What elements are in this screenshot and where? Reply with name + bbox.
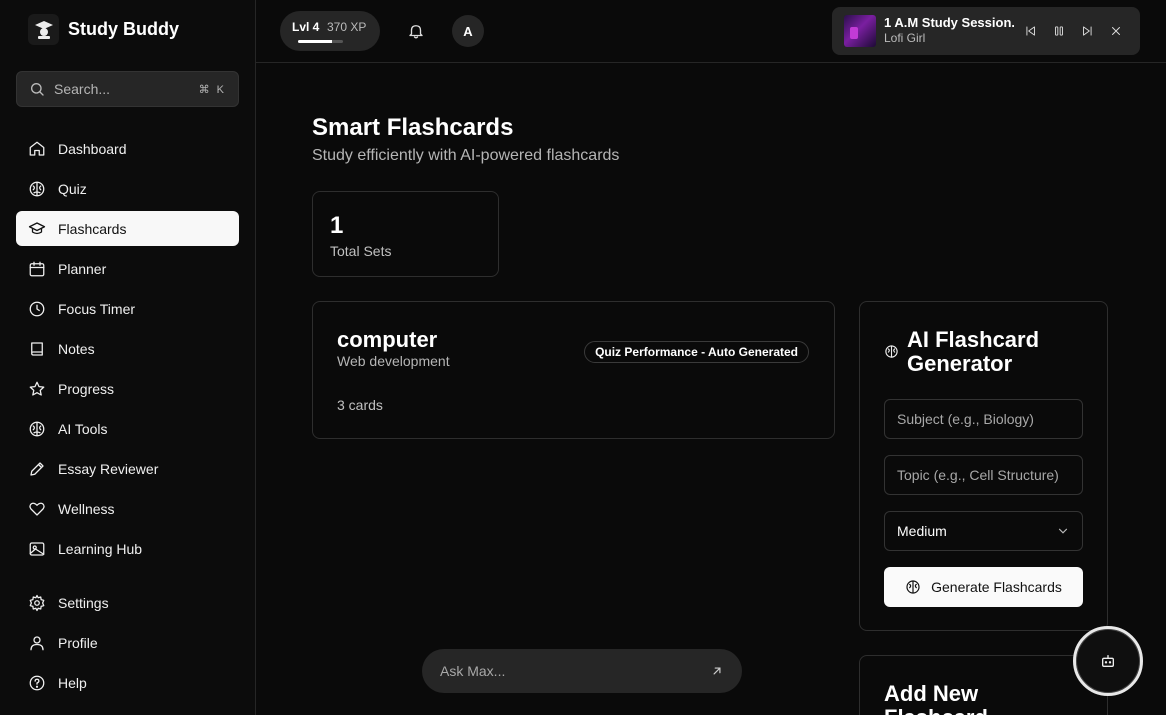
- nav-item-profile[interactable]: Profile: [16, 625, 239, 660]
- graduation-cap-icon: [28, 220, 46, 238]
- total-sets-card: 1 Total Sets: [312, 191, 499, 277]
- track-artist: Lofi Girl: [884, 31, 926, 45]
- nav-item-flashcards[interactable]: Flashcards: [16, 211, 239, 246]
- total-sets-value: 1: [330, 212, 344, 239]
- generate-button-label: Generate Flashcards: [931, 579, 1062, 595]
- clock-icon: [28, 300, 46, 318]
- search-shortcut: ⌘ K: [198, 83, 226, 96]
- gear-icon: [28, 594, 46, 612]
- bot-icon: [1102, 655, 1114, 667]
- book-icon: [28, 340, 46, 358]
- nav-item-progress[interactable]: Progress: [16, 371, 239, 406]
- avatar[interactable]: A: [452, 15, 484, 47]
- nav-item-planner[interactable]: Planner: [16, 251, 239, 286]
- ask-max-placeholder: Ask Max...: [440, 663, 506, 679]
- nav-item-ai-tools[interactable]: AI Tools: [16, 411, 239, 446]
- search-placeholder: Search...: [54, 81, 111, 97]
- main-nav: Dashboard Quiz Flashcards Planner Focus …: [16, 131, 239, 571]
- set-card-count: 3 cards: [337, 397, 383, 413]
- brain-icon: [28, 180, 46, 198]
- set-subject: Web development: [337, 353, 450, 369]
- search-box[interactable]: Search... ⌘ K: [16, 71, 239, 107]
- nav-label: AI Tools: [58, 420, 108, 437]
- nav-label: Planner: [58, 260, 107, 277]
- page-title: Smart Flashcards: [312, 114, 514, 141]
- generator-title: AI Flashcard Generator: [907, 327, 1040, 376]
- album-art: [844, 15, 876, 47]
- page-subtitle: Study efficiently with AI-powered flashc…: [312, 147, 620, 164]
- next-track-icon[interactable]: [1079, 23, 1095, 39]
- xp-progress-bar: [298, 40, 343, 43]
- user-icon: [28, 634, 46, 652]
- nav-label: Focus Timer: [58, 300, 136, 317]
- generator-header: AI Flashcard Generator: [884, 328, 1077, 376]
- sidebar: Study Buddy Search... ⌘ K Dashboard Quiz…: [0, 0, 256, 715]
- ai-generator-card: AI Flashcard Generator Medium Generate F…: [859, 301, 1108, 631]
- flashcard-set-card[interactable]: computer Web development Quiz Performanc…: [312, 301, 835, 439]
- chevron-down-icon: [1058, 528, 1068, 534]
- xp-progress-fill: [298, 40, 332, 43]
- difficulty-value: Medium: [897, 523, 947, 539]
- nav-item-learning-hub[interactable]: Learning Hub: [16, 531, 239, 566]
- add-flashcard-title: Add New Flashcard: [884, 681, 988, 715]
- nav-item-notes[interactable]: Notes: [16, 331, 239, 366]
- app-name: Study Buddy: [68, 19, 179, 39]
- arrow-up-right-icon[interactable]: [710, 664, 724, 678]
- brand[interactable]: Study Buddy: [28, 14, 179, 45]
- bottom-nav: Settings Profile Help: [16, 585, 239, 705]
- set-source-badge: Quiz Performance - Auto Generated: [584, 341, 809, 363]
- nav-item-quiz[interactable]: Quiz: [16, 171, 239, 206]
- nav-item-help[interactable]: Help: [16, 665, 239, 700]
- nav-label: Help: [58, 674, 87, 691]
- home-icon: [28, 140, 46, 158]
- ask-max-input[interactable]: Ask Max...: [422, 649, 742, 693]
- nav-label: Wellness: [58, 500, 115, 517]
- nav-label: Notes: [58, 340, 95, 357]
- calendar-icon: [28, 260, 46, 278]
- nav-item-essay-reviewer[interactable]: Essay Reviewer: [16, 451, 239, 486]
- search-icon: [31, 83, 44, 96]
- xp-label: 370 XP: [327, 20, 367, 34]
- pencil-icon: [28, 460, 46, 478]
- nav-label: Settings: [58, 594, 109, 611]
- topbar: Lvl 4 370 XP A 1 A.M Study Session... Lo…: [256, 0, 1166, 63]
- total-sets-label: Total Sets: [330, 243, 392, 259]
- brain-icon: [906, 580, 920, 594]
- brain-icon: [28, 420, 46, 438]
- nav-label: Profile: [58, 634, 98, 651]
- previous-track-icon[interactable]: [1023, 23, 1039, 39]
- difficulty-select[interactable]: Medium: [884, 511, 1083, 551]
- level-pill[interactable]: Lvl 4 370 XP: [280, 11, 380, 51]
- track-title: 1 A.M Study Session...: [884, 15, 1014, 30]
- set-title: computer: [337, 327, 438, 352]
- image-icon: [28, 540, 46, 558]
- help-circle-icon: [28, 674, 46, 692]
- close-icon[interactable]: [1108, 23, 1124, 39]
- add-flashcard-card: Add New Flashcard: [859, 655, 1108, 715]
- nav-label: Essay Reviewer: [58, 460, 159, 477]
- nav-label: Learning Hub: [58, 540, 143, 557]
- nav-item-focus-timer[interactable]: Focus Timer: [16, 291, 239, 326]
- pause-icon[interactable]: [1051, 23, 1067, 39]
- generate-flashcards-button[interactable]: Generate Flashcards: [884, 567, 1083, 607]
- nav-label: Progress: [58, 380, 115, 397]
- nav-label: Quiz: [58, 180, 87, 197]
- nav-item-wellness[interactable]: Wellness: [16, 491, 239, 526]
- bell-icon[interactable]: [407, 22, 425, 45]
- topic-input[interactable]: [884, 455, 1083, 495]
- nav-item-dashboard[interactable]: Dashboard: [16, 131, 239, 166]
- ai-assistant-button[interactable]: [1073, 626, 1143, 696]
- music-player: 1 A.M Study Session... Lofi Girl: [832, 7, 1140, 55]
- star-icon: [28, 380, 46, 398]
- subject-input[interactable]: [884, 399, 1083, 439]
- brain-icon: [884, 344, 899, 364]
- nav-label: Flashcards: [58, 220, 127, 237]
- level-label: Lvl 4: [292, 20, 320, 34]
- nav-label: Dashboard: [58, 140, 127, 157]
- heart-icon: [28, 500, 46, 518]
- logo-icon: [28, 14, 59, 45]
- nav-item-settings[interactable]: Settings: [16, 585, 239, 620]
